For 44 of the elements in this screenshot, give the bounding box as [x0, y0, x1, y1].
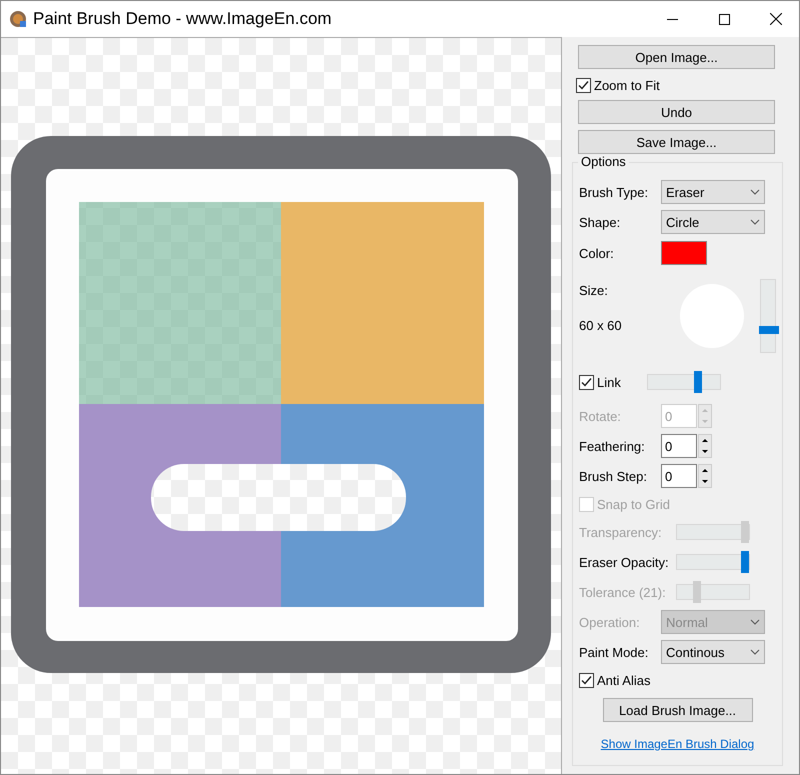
save-image-button[interactable]: Save Image...: [578, 130, 775, 154]
dropdown[interactable]: Continous: [661, 640, 765, 664]
field-label: Rotate:: [579, 408, 622, 424]
caret-icon: [750, 189, 760, 195]
field-label: Size:: [579, 283, 609, 298]
field-label: Feathering:: [579, 438, 646, 454]
group-title: Options: [578, 154, 629, 169]
brush-dialog-link[interactable]: Show ImageEn Brush Dialog: [600, 737, 754, 751]
field-label: Eraser Opacity:: [579, 554, 670, 570]
spin-field[interactable]: 0: [661, 434, 697, 458]
spin-field[interactable]: 0: [661, 464, 697, 488]
dropdown[interactable]: Eraser: [661, 180, 765, 204]
slider-thumb[interactable]: [759, 326, 779, 334]
caret-icon: [750, 619, 760, 625]
maximize-icon: [718, 14, 730, 24]
slider-thumb[interactable]: [694, 371, 702, 393]
field-label: Color:: [579, 246, 615, 260]
field-label: Brush Type:: [579, 184, 650, 200]
close-icon: [770, 13, 782, 25]
spin-buttons[interactable]: [698, 464, 712, 488]
checkbox[interactable]: Anti Alias: [579, 668, 650, 692]
checkmark-icon: [581, 674, 592, 686]
caret-icon: [750, 219, 760, 225]
field-label: Brush Step:: [579, 468, 648, 484]
slider-thumb[interactable]: [741, 551, 749, 573]
size-reading: 60 x 60: [579, 318, 623, 333]
checkmark-icon: [578, 80, 589, 90]
load-brush-button[interactable]: Load Brush Image...: [602, 698, 752, 722]
field-label: Transparency:: [579, 524, 663, 540]
window-title: Paint Brush Demo - www.ImageEn.com: [33, 9, 333, 29]
field-label: Shape:: [579, 214, 622, 230]
dropdown[interactable]: Circle: [661, 210, 765, 234]
spin-buttons[interactable]: [698, 434, 712, 458]
app-icon: [9, 10, 27, 28]
color-swatch[interactable]: [661, 241, 707, 265]
field-label: Tolerance (21):: [579, 584, 667, 600]
field-label: Paint Mode:: [579, 644, 650, 660]
caret-icon: [750, 649, 760, 655]
checkbox[interactable]: Link: [579, 370, 647, 394]
checkmark-icon: [581, 376, 592, 388]
field-label: Operation:: [579, 614, 641, 630]
checkbox[interactable]: Zoom to Fit: [576, 73, 775, 97]
open-image-button[interactable]: Open Image...: [578, 45, 775, 69]
undo-button[interactable]: Undo: [578, 100, 775, 124]
